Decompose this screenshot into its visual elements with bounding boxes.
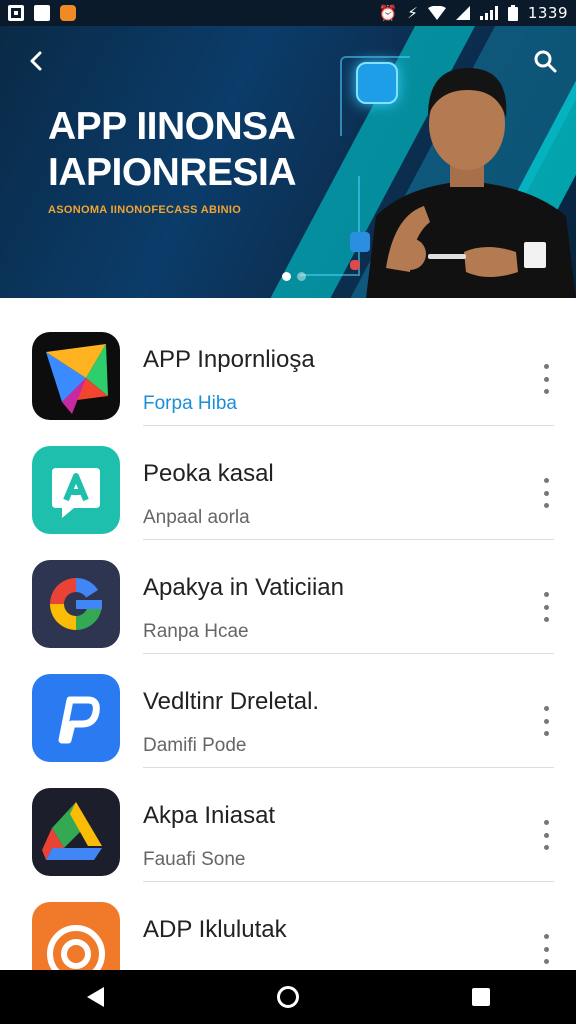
status-bar-right: ⏰ ⚡ 1339 [379, 4, 568, 22]
list-item[interactable]: Apakya in Vaticiian Ranpa Hcae [0, 526, 576, 654]
app-title: ADP Iklulutak [143, 916, 287, 943]
more-options-icon[interactable] [538, 592, 554, 622]
list-item[interactable]: APP Inpornlioşa Forpa Hiba [0, 298, 576, 426]
hero-mini-app-icon [350, 260, 360, 270]
hero-title-line-2: IAPIONRESIA [48, 151, 297, 194]
app-title: Apakya in Vaticiian [143, 574, 344, 601]
app-title: Vedltinr Dreletal. [143, 688, 320, 715]
list-item[interactable]: Akpa Iniasat Fauafi Sone [0, 754, 576, 882]
app-title: APP Inpornlioşa [143, 346, 315, 373]
more-options-icon[interactable] [538, 934, 554, 964]
signal-icon [455, 6, 470, 20]
presenter-photo [366, 68, 576, 298]
list-item[interactable]: Peoka kasal Anpaаl aorla [0, 412, 576, 540]
more-options-icon[interactable] [538, 820, 554, 850]
status-bar: ⏰ ⚡ 1339 [0, 0, 576, 26]
carousel-indicator[interactable] [282, 272, 306, 281]
hero-title-line-1: APP IINONSA [48, 105, 296, 148]
carousel-dot-active[interactable] [282, 272, 291, 281]
system-nav-bar [0, 970, 576, 1024]
wifi-icon [427, 6, 446, 20]
list-item[interactable]: Vedltinr Dreletal. Damifi Pode [0, 640, 576, 768]
app-list: APP Inpornlioşa Forpa Hiba Peoka kasal A… [0, 298, 576, 970]
photo-icon [8, 5, 24, 21]
hero-title: APP IINONSA IAPIONRESIA [48, 104, 297, 196]
carousel-dot[interactable] [297, 272, 306, 281]
nav-back-icon[interactable] [86, 987, 104, 1007]
more-options-icon[interactable] [538, 706, 554, 736]
status-bar-left [8, 5, 76, 21]
target-app-icon [32, 902, 120, 970]
drive-triangle-app-icon [32, 788, 120, 876]
p-letter-app-icon [32, 674, 120, 762]
signal-bars-icon [479, 6, 498, 20]
app-title: Peoka kasal [143, 460, 274, 487]
nav-home-icon[interactable] [276, 986, 299, 1008]
star-app-icon [32, 332, 120, 420]
notification-app-icon [60, 5, 76, 21]
a-letter-app-icon [32, 446, 120, 534]
hero-subtitle: ASONOMA IINONOFECASS ABINIO [48, 204, 242, 216]
nav-recents-icon[interactable] [471, 988, 490, 1006]
alarm-icon: ⏰ [378, 4, 398, 22]
more-options-icon[interactable] [538, 364, 554, 394]
back-arrow-icon[interactable] [24, 48, 50, 74]
more-options-icon[interactable] [538, 478, 554, 508]
g-letter-app-icon [32, 560, 120, 648]
app-title: Akpa Iniasat [143, 802, 276, 829]
battery-icon [507, 5, 518, 21]
notes-icon [34, 5, 50, 21]
list-item[interactable]: ADP Iklulutak [0, 868, 576, 970]
status-time: 1339 [527, 4, 568, 22]
vibrate-icon: ⚡ [407, 4, 418, 22]
hero-banner[interactable]: APP IINONSA IAPIONRESIA ASONOMA IINONOFE… [0, 26, 576, 298]
